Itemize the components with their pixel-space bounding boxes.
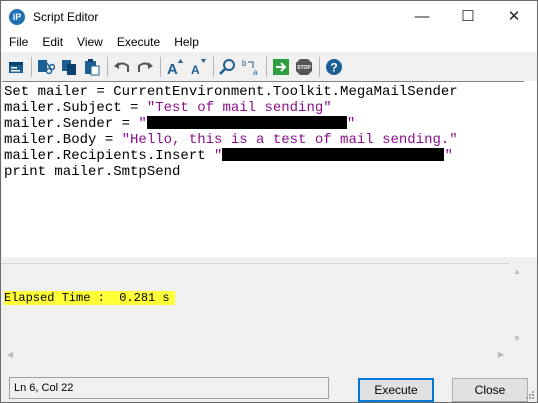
output-horizontal-scrollbar[interactable]: ◀ ▶ [2, 346, 509, 362]
redacted-sender [146, 116, 347, 129]
menu-file[interactable]: File [3, 35, 34, 49]
stop-icon: STOP [296, 58, 312, 75]
code-token: mailer.Subject = [4, 100, 147, 116]
title-bar: iP Script Editor — ☐ ✕ [1, 1, 537, 32]
scroll-up-icon[interactable]: ▲ [509, 263, 525, 279]
new-script-icon [9, 61, 23, 73]
cut-icon [38, 59, 55, 74]
code-line-6: print mailer.SmtpSend [4, 164, 181, 180]
font-decrease-icon: A [191, 58, 206, 76]
close-button[interactable]: Close [452, 378, 528, 402]
svg-text:?: ? [330, 60, 337, 74]
redo-icon [138, 61, 153, 72]
code-string: "Test of mail sending" [146, 100, 332, 116]
toolbar-separator [31, 56, 32, 77]
code-string: " [346, 116, 356, 132]
toolbar-separator [213, 56, 214, 77]
code-string: " [444, 148, 453, 164]
redacted-recipient [222, 148, 445, 161]
help-button[interactable]: ? [323, 56, 345, 78]
stop-button[interactable]: STOP [293, 56, 315, 78]
scroll-down-icon[interactable]: ▼ [509, 330, 525, 346]
svg-text:a: a [253, 68, 258, 76]
svg-text:A: A [191, 63, 200, 76]
menu-help[interactable]: Help [168, 35, 205, 49]
script-editor-window: iP Script Editor — ☐ ✕ File Edit View Ex… [0, 0, 538, 403]
scroll-left-icon[interactable]: ◀ [2, 346, 18, 362]
undo-icon [114, 61, 129, 72]
window-title: Script Editor [33, 9, 99, 24]
code-line-2: mailer.Subject = "Test of mail sending" [4, 100, 524, 116]
elapsed-time-output: Elapsed Time : 0.281 s [4, 291, 175, 305]
toolbar-separator [319, 56, 320, 77]
execute-button[interactable]: Execute [358, 378, 434, 402]
menu-view[interactable]: View [71, 35, 109, 49]
maximize-button[interactable]: ☐ [445, 1, 491, 31]
replace-button[interactable]: b a [240, 56, 262, 78]
toolbar-separator [266, 56, 267, 77]
window-controls: — ☐ ✕ [399, 1, 537, 31]
help-icon: ? [326, 58, 342, 75]
svg-text:b: b [242, 59, 247, 68]
app-icon: iP [9, 8, 25, 25]
find-icon [219, 58, 235, 75]
paste-button[interactable] [81, 56, 103, 78]
menu-execute[interactable]: Execute [111, 35, 166, 49]
code-line-1: Set mailer = CurrentEnvironment.Toolkit.… [4, 84, 458, 100]
code-string: "Hello, this is a test of mail sending." [121, 132, 458, 148]
toolbar: A A b a STOP ? [1, 52, 537, 81]
code-token: mailer.Sender = [4, 116, 139, 132]
code-token: mailer.Recipients.Insert [4, 148, 215, 164]
cursor-position-status: Ln 6, Col 22 [9, 377, 329, 399]
font-increase-icon: A [167, 58, 183, 76]
code-token: mailer.Body = [4, 132, 122, 148]
copy-icon [62, 59, 76, 75]
run-icon [273, 58, 289, 75]
undo-button[interactable] [111, 56, 133, 78]
toolbar-separator [160, 56, 161, 77]
minimize-button[interactable]: — [399, 1, 445, 31]
paste-icon [85, 58, 100, 75]
toolbar-separator [107, 56, 108, 77]
code-line-4: mailer.Body = "Hello, this is a test of … [4, 132, 524, 148]
code-string: " [138, 116, 147, 132]
scroll-right-icon[interactable]: ▶ [493, 346, 509, 362]
code-line-3: mailer.Sender = " " [4, 116, 524, 132]
redo-button[interactable] [134, 56, 156, 78]
svg-text:STOP: STOP [297, 65, 311, 71]
code-line-5: mailer.Recipients.Insert " " [4, 148, 524, 164]
replace-icon: b a [242, 59, 258, 76]
font-increase-button[interactable]: A [164, 56, 186, 78]
resize-grip-icon[interactable] [525, 390, 535, 400]
editor-scrollbar[interactable] [524, 81, 537, 257]
cut-button[interactable] [35, 56, 57, 78]
menu-bar: File Edit View Execute Help [1, 32, 537, 52]
font-decrease-button[interactable]: A [187, 56, 209, 78]
find-button[interactable] [217, 56, 239, 78]
code-string: " [214, 148, 223, 164]
run-button[interactable] [270, 56, 292, 78]
svg-text:A: A [167, 61, 178, 76]
new-script-button[interactable] [5, 56, 27, 78]
menu-edit[interactable]: Edit [36, 35, 69, 49]
script-editor[interactable]: Set mailer = CurrentEnvironment.Toolkit.… [2, 81, 524, 257]
copy-button[interactable] [58, 56, 80, 78]
output-vertical-scrollbar[interactable]: ▲ ▼ [509, 263, 525, 346]
close-window-button[interactable]: ✕ [491, 1, 537, 31]
